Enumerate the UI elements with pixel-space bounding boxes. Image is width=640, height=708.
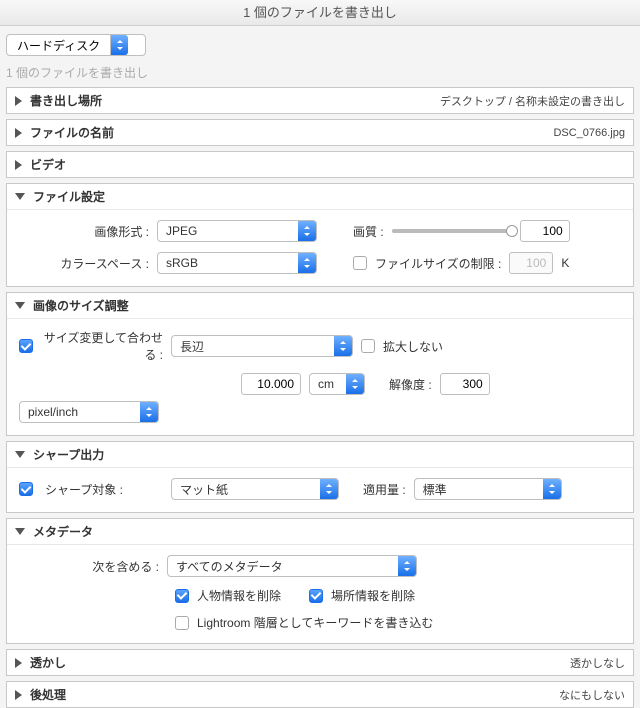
- resolution-input[interactable]: [440, 373, 490, 395]
- disclosure-right-icon: [15, 160, 22, 170]
- window-title: 1 個のファイルを書き出し: [0, 0, 640, 26]
- remove-location-label: 場所情報を削除: [331, 587, 415, 604]
- disclosure-right-icon: [15, 658, 22, 668]
- sharpen-amount-value: 標準: [415, 479, 543, 499]
- panel-metadata-header[interactable]: メタデータ: [7, 519, 633, 544]
- panel-output-sharpening-header[interactable]: シャープ出力: [7, 442, 633, 467]
- image-format-select[interactable]: JPEG: [157, 220, 317, 242]
- disclosure-down-icon: [15, 451, 25, 458]
- panel-title: ファイル設定: [33, 188, 105, 205]
- chevron-updown-icon: [298, 221, 316, 241]
- panel-image-sizing: 画像のサイズ調整 サイズ変更して合わせる : 長辺 拡大しない cm: [6, 292, 634, 436]
- dont-enlarge-label: 拡大しない: [383, 338, 443, 355]
- resolution-unit-select[interactable]: pixel/inch: [19, 401, 159, 423]
- limit-filesize-label: ファイルサイズの制限 :: [375, 255, 501, 272]
- remove-person-checkbox[interactable]: [175, 589, 189, 603]
- metadata-include-select[interactable]: すべてのメタデータ: [167, 555, 417, 577]
- panel-video[interactable]: ビデオ: [6, 151, 634, 178]
- panel-post-processing[interactable]: 後処理 なにもしない: [6, 681, 634, 708]
- export-destination-select[interactable]: ハードディスク: [6, 34, 146, 56]
- disclosure-down-icon: [15, 193, 25, 200]
- disclosure-right-icon: [15, 96, 22, 106]
- resolution-label: 解像度 :: [389, 376, 432, 393]
- colorspace-select[interactable]: sRGB: [157, 252, 317, 274]
- chevron-updown-icon: [334, 336, 352, 356]
- panel-file-settings: ファイル設定 画像形式 : JPEG 画質 : カラースペース :: [6, 183, 634, 287]
- panel-metadata: メタデータ 次を含める : すべてのメタデータ 人物情報を削除 場所情報を削除: [6, 518, 634, 644]
- quality-input[interactable]: [520, 220, 570, 242]
- disclosure-right-icon: [15, 128, 22, 138]
- limit-filesize-unit: K: [561, 256, 569, 270]
- sharpen-amount-label: 適用量 :: [363, 481, 406, 498]
- panel-title: ビデオ: [30, 156, 66, 173]
- panel-summary: DSC_0766.jpg: [553, 127, 625, 139]
- panel-title: シャープ出力: [33, 446, 104, 463]
- panel-title: 書き出し場所: [30, 92, 102, 109]
- resize-checkbox[interactable]: [19, 339, 33, 353]
- panel-summary: 透かしなし: [570, 655, 625, 671]
- remove-person-label: 人物情報を削除: [197, 587, 281, 604]
- disclosure-down-icon: [15, 302, 25, 309]
- dont-enlarge-checkbox[interactable]: [361, 339, 375, 353]
- chevron-updown-icon: [346, 374, 364, 394]
- size-unit-value: cm: [310, 374, 346, 394]
- panel-title: 透かし: [30, 654, 66, 671]
- sharpen-for-value: マット紙: [172, 479, 320, 499]
- chevron-updown-icon: [110, 35, 128, 55]
- panel-export-location[interactable]: 書き出し場所 デスクトップ / 名称未設定の書き出し: [6, 87, 634, 114]
- format-label: 画像形式 :: [19, 223, 149, 240]
- disclosure-right-icon: [15, 690, 22, 700]
- metadata-include-value: すべてのメタデータ: [168, 556, 398, 576]
- panel-output-sharpening: シャープ出力 シャープ対象 : マット紙 適用量 : 標準: [6, 441, 634, 513]
- fit-value: 長辺: [172, 336, 334, 356]
- chevron-updown-icon: [140, 402, 158, 422]
- panel-file-settings-header[interactable]: ファイル設定: [7, 184, 633, 209]
- sharpen-checkbox[interactable]: [19, 482, 33, 496]
- sharpen-amount-select[interactable]: 標準: [414, 478, 562, 500]
- quality-label: 画質 :: [353, 223, 384, 240]
- panel-summary: デスクトップ / 名称未設定の書き出し: [440, 93, 625, 109]
- quality-slider[interactable]: [392, 221, 512, 241]
- export-count-caption: 1 個のファイルを書き出し: [0, 60, 640, 87]
- fit-select[interactable]: 長辺: [171, 335, 353, 357]
- sharpen-for-label: シャープ対象 :: [41, 481, 163, 498]
- size-input[interactable]: [241, 373, 301, 395]
- chevron-updown-icon: [298, 253, 316, 273]
- limit-filesize-input: [509, 252, 553, 274]
- limit-filesize-checkbox[interactable]: [353, 256, 367, 270]
- panel-file-naming[interactable]: ファイルの名前 DSC_0766.jpg: [6, 119, 634, 146]
- panel-title: メタデータ: [33, 523, 93, 540]
- resolution-unit-value: pixel/inch: [20, 402, 140, 422]
- panel-title: ファイルの名前: [30, 124, 114, 141]
- panel-image-sizing-header[interactable]: 画像のサイズ調整: [7, 293, 633, 318]
- sharpen-for-select[interactable]: マット紙: [171, 478, 339, 500]
- colorspace-value: sRGB: [158, 253, 298, 273]
- disclosure-down-icon: [15, 528, 25, 535]
- chevron-updown-icon: [543, 479, 561, 499]
- panel-title: 画像のサイズ調整: [33, 297, 129, 314]
- metadata-include-label: 次を含める :: [19, 558, 159, 575]
- panel-watermark[interactable]: 透かし 透かしなし: [6, 649, 634, 676]
- colorspace-label: カラースペース :: [19, 255, 149, 272]
- resize-label: サイズ変更して合わせる :: [41, 329, 163, 363]
- size-unit-select[interactable]: cm: [309, 373, 365, 395]
- chevron-updown-icon: [398, 556, 416, 576]
- export-destination-value: ハードディスク: [7, 35, 110, 55]
- lr-hierarchy-checkbox[interactable]: [175, 616, 189, 630]
- panel-summary: なにもしない: [559, 687, 625, 703]
- image-format-value: JPEG: [158, 221, 298, 241]
- panel-title: 後処理: [30, 686, 66, 703]
- chevron-updown-icon: [320, 479, 338, 499]
- remove-location-checkbox[interactable]: [309, 589, 323, 603]
- lr-hierarchy-label: Lightroom 階層としてキーワードを書き込む: [197, 614, 433, 631]
